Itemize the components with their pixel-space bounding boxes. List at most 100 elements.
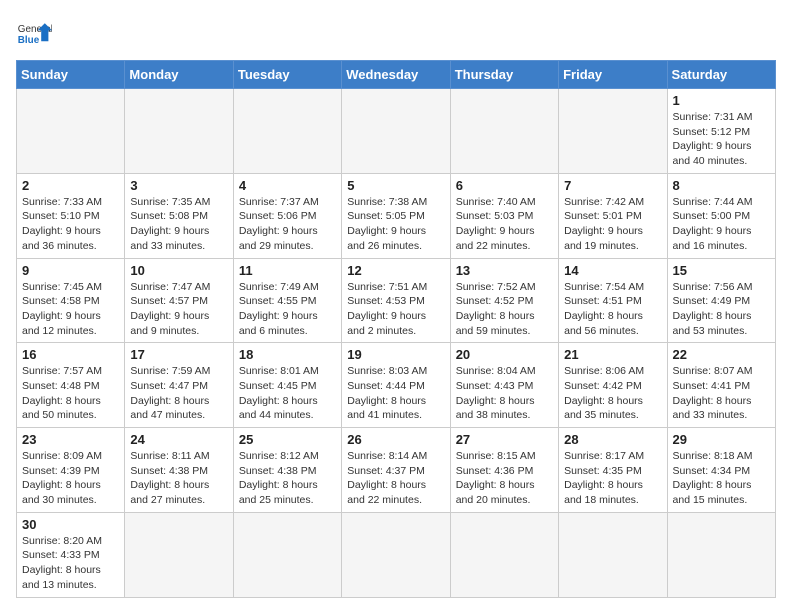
day-number: 17	[130, 347, 227, 362]
day-number: 20	[456, 347, 553, 362]
day-number: 5	[347, 178, 444, 193]
calendar-table: SundayMondayTuesdayWednesdayThursdayFrid…	[16, 60, 776, 598]
day-number: 11	[239, 263, 336, 278]
calendar-cell	[233, 512, 341, 597]
day-info: Sunrise: 8:07 AM Sunset: 4:41 PM Dayligh…	[673, 364, 770, 423]
day-info: Sunrise: 7:56 AM Sunset: 4:49 PM Dayligh…	[673, 280, 770, 339]
day-info: Sunrise: 8:18 AM Sunset: 4:34 PM Dayligh…	[673, 449, 770, 508]
calendar-week-row: 16Sunrise: 7:57 AM Sunset: 4:48 PM Dayli…	[17, 343, 776, 428]
day-info: Sunrise: 8:01 AM Sunset: 4:45 PM Dayligh…	[239, 364, 336, 423]
day-info: Sunrise: 8:12 AM Sunset: 4:38 PM Dayligh…	[239, 449, 336, 508]
day-number: 1	[673, 93, 770, 108]
calendar-cell: 29Sunrise: 8:18 AM Sunset: 4:34 PM Dayli…	[667, 428, 775, 513]
day-info: Sunrise: 8:09 AM Sunset: 4:39 PM Dayligh…	[22, 449, 119, 508]
calendar-cell: 16Sunrise: 7:57 AM Sunset: 4:48 PM Dayli…	[17, 343, 125, 428]
day-number: 13	[456, 263, 553, 278]
calendar-cell: 20 Sunrise: 8:04 AM Sunset: 4:43 PM Dayli…	[450, 343, 558, 428]
calendar-cell: 11 Sunrise: 7:49 AM Sunset: 4:55 PM Dayli…	[233, 258, 341, 343]
day-number: 10	[130, 263, 227, 278]
calendar-cell: 9 Sunrise: 7:45 AM Sunset: 4:58 PM Daylig…	[17, 258, 125, 343]
calendar-cell: 22Sunrise: 8:07 AM Sunset: 4:41 PM Dayli…	[667, 343, 775, 428]
calendar-cell	[559, 512, 667, 597]
calendar-cell: 21 Sunrise: 8:06 AM Sunset: 4:42 PM Dayli…	[559, 343, 667, 428]
day-info: Sunrise: 7:31 AM Sunset: 5:12 PM Dayligh…	[673, 110, 770, 169]
day-info: Sunrise: 7:49 AM Sunset: 4:55 PM Dayligh…	[239, 280, 336, 339]
day-number: 27	[456, 432, 553, 447]
day-number: 15	[673, 263, 770, 278]
day-info: Sunrise: 7:35 AM Sunset: 5:08 PM Dayligh…	[130, 195, 227, 254]
calendar-cell	[342, 512, 450, 597]
day-info: Sunrise: 7:47 AM Sunset: 4:57 PM Dayligh…	[130, 280, 227, 339]
calendar-cell: 3Sunrise: 7:35 AM Sunset: 5:08 PM Daylig…	[125, 173, 233, 258]
calendar-cell	[125, 512, 233, 597]
day-number: 24	[130, 432, 227, 447]
calendar-cell: 6 Sunrise: 7:40 AM Sunset: 5:03 PM Daylig…	[450, 173, 558, 258]
calendar-cell: 12 Sunrise: 7:51 AM Sunset: 4:53 PM Dayli…	[342, 258, 450, 343]
calendar-week-row: 2Sunrise: 7:33 AM Sunset: 5:10 PM Daylig…	[17, 173, 776, 258]
day-info: Sunrise: 8:11 AM Sunset: 4:38 PM Dayligh…	[130, 449, 227, 508]
day-info: Sunrise: 7:57 AM Sunset: 4:48 PM Dayligh…	[22, 364, 119, 423]
calendar-cell: 14Sunrise: 7:54 AM Sunset: 4:51 PM Dayli…	[559, 258, 667, 343]
day-info: Sunrise: 7:54 AM Sunset: 4:51 PM Dayligh…	[564, 280, 661, 339]
day-number: 9	[22, 263, 119, 278]
day-number: 23	[22, 432, 119, 447]
calendar-cell: 25 Sunrise: 8:12 AM Sunset: 4:38 PM Dayli…	[233, 428, 341, 513]
calendar-week-row: 1 Sunrise: 7:31 AM Sunset: 5:12 PM Daylig…	[17, 89, 776, 174]
day-number: 21	[564, 347, 661, 362]
weekday-header-row: SundayMondayTuesdayWednesdayThursdayFrid…	[17, 61, 776, 89]
day-info: Sunrise: 8:17 AM Sunset: 4:35 PM Dayligh…	[564, 449, 661, 508]
day-number: 12	[347, 263, 444, 278]
day-info: Sunrise: 7:38 AM Sunset: 5:05 PM Dayligh…	[347, 195, 444, 254]
calendar-cell	[450, 512, 558, 597]
weekday-header-saturday: Saturday	[667, 61, 775, 89]
calendar-cell	[667, 512, 775, 597]
day-number: 19	[347, 347, 444, 362]
day-number: 6	[456, 178, 553, 193]
calendar-cell: 17 Sunrise: 7:59 AM Sunset: 4:47 PM Dayli…	[125, 343, 233, 428]
day-info: Sunrise: 8:15 AM Sunset: 4:36 PM Dayligh…	[456, 449, 553, 508]
svg-text:Blue: Blue	[18, 35, 40, 46]
logo: General Blue	[16, 16, 52, 52]
weekday-header-monday: Monday	[125, 61, 233, 89]
calendar-week-row: 9 Sunrise: 7:45 AM Sunset: 4:58 PM Daylig…	[17, 258, 776, 343]
calendar-week-row: 30Sunrise: 8:20 AM Sunset: 4:33 PM Dayli…	[17, 512, 776, 597]
calendar-cell	[17, 89, 125, 174]
day-info: Sunrise: 8:06 AM Sunset: 4:42 PM Dayligh…	[564, 364, 661, 423]
calendar-cell	[125, 89, 233, 174]
day-info: Sunrise: 7:37 AM Sunset: 5:06 PM Dayligh…	[239, 195, 336, 254]
day-info: Sunrise: 8:20 AM Sunset: 4:33 PM Dayligh…	[22, 534, 119, 593]
calendar-cell	[342, 89, 450, 174]
day-info: Sunrise: 7:51 AM Sunset: 4:53 PM Dayligh…	[347, 280, 444, 339]
calendar-cell: 13 Sunrise: 7:52 AM Sunset: 4:52 PM Dayli…	[450, 258, 558, 343]
calendar-cell: 7 Sunrise: 7:42 AM Sunset: 5:01 PM Daylig…	[559, 173, 667, 258]
day-info: Sunrise: 7:52 AM Sunset: 4:52 PM Dayligh…	[456, 280, 553, 339]
calendar-cell: 2Sunrise: 7:33 AM Sunset: 5:10 PM Daylig…	[17, 173, 125, 258]
day-info: Sunrise: 8:14 AM Sunset: 4:37 PM Dayligh…	[347, 449, 444, 508]
calendar-cell: 15 Sunrise: 7:56 AM Sunset: 4:49 PM Dayli…	[667, 258, 775, 343]
calendar-cell: 1 Sunrise: 7:31 AM Sunset: 5:12 PM Daylig…	[667, 89, 775, 174]
day-number: 26	[347, 432, 444, 447]
day-info: Sunrise: 8:04 AM Sunset: 4:43 PM Dayligh…	[456, 364, 553, 423]
weekday-header-sunday: Sunday	[17, 61, 125, 89]
day-info: Sunrise: 7:44 AM Sunset: 5:00 PM Dayligh…	[673, 195, 770, 254]
calendar-cell: 24 Sunrise: 8:11 AM Sunset: 4:38 PM Dayli…	[125, 428, 233, 513]
weekday-header-thursday: Thursday	[450, 61, 558, 89]
day-info: Sunrise: 7:42 AM Sunset: 5:01 PM Dayligh…	[564, 195, 661, 254]
day-number: 2	[22, 178, 119, 193]
day-info: Sunrise: 7:45 AM Sunset: 4:58 PM Dayligh…	[22, 280, 119, 339]
day-info: Sunrise: 7:59 AM Sunset: 4:47 PM Dayligh…	[130, 364, 227, 423]
day-info: Sunrise: 8:03 AM Sunset: 4:44 PM Dayligh…	[347, 364, 444, 423]
calendar-week-row: 23 Sunrise: 8:09 AM Sunset: 4:39 PM Dayli…	[17, 428, 776, 513]
calendar-cell	[233, 89, 341, 174]
day-number: 25	[239, 432, 336, 447]
weekday-header-friday: Friday	[559, 61, 667, 89]
day-info: Sunrise: 7:40 AM Sunset: 5:03 PM Dayligh…	[456, 195, 553, 254]
day-number: 7	[564, 178, 661, 193]
day-number: 28	[564, 432, 661, 447]
calendar-cell: 28 Sunrise: 8:17 AM Sunset: 4:35 PM Dayli…	[559, 428, 667, 513]
calendar-cell: 19 Sunrise: 8:03 AM Sunset: 4:44 PM Dayli…	[342, 343, 450, 428]
calendar-cell: 10 Sunrise: 7:47 AM Sunset: 4:57 PM Dayli…	[125, 258, 233, 343]
calendar-cell: 27 Sunrise: 8:15 AM Sunset: 4:36 PM Dayli…	[450, 428, 558, 513]
day-number: 4	[239, 178, 336, 193]
calendar-cell: 30Sunrise: 8:20 AM Sunset: 4:33 PM Dayli…	[17, 512, 125, 597]
